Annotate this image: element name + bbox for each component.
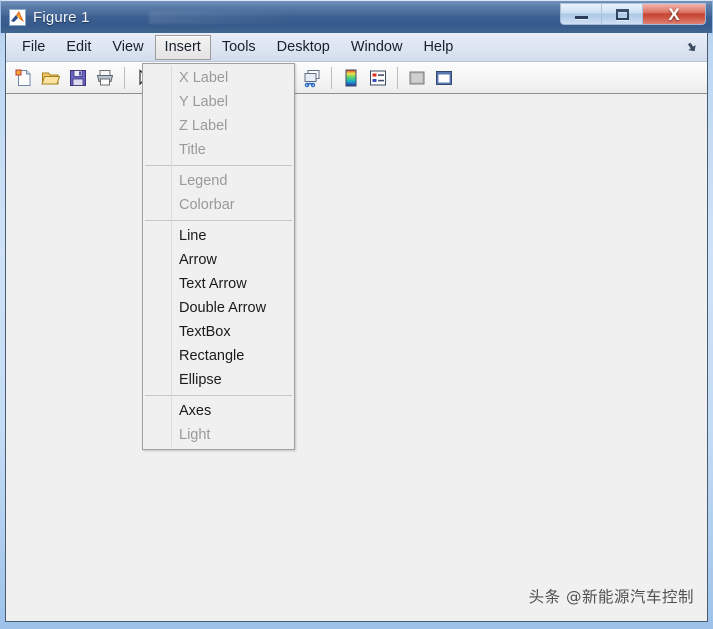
menu-item-legend[interactable]: Legend bbox=[143, 169, 294, 193]
menu-item-rectangle[interactable]: Rectangle bbox=[143, 344, 294, 368]
insert-dropdown-menu: X Label Y Label Z Label Title Legend Col… bbox=[142, 63, 295, 450]
figure-canvas[interactable]: 头条 @新能源汽车控制 bbox=[6, 94, 707, 620]
menu-item-axes[interactable]: Axes bbox=[143, 399, 294, 423]
hide-plot-tools-icon[interactable] bbox=[404, 65, 430, 91]
menu-file[interactable]: File bbox=[12, 35, 55, 60]
minimize-icon bbox=[574, 16, 588, 19]
maximize-icon bbox=[615, 8, 629, 20]
close-button[interactable]: X bbox=[643, 4, 705, 24]
menu-edit[interactable]: Edit bbox=[56, 35, 101, 60]
toolbar-separator bbox=[397, 66, 398, 89]
close-icon: X bbox=[668, 4, 680, 24]
menu-help[interactable]: Help bbox=[413, 35, 463, 60]
save-figure-icon[interactable] bbox=[65, 65, 91, 91]
menu-item-double-arrow[interactable]: Double Arrow bbox=[143, 296, 294, 320]
menu-desktop[interactable]: Desktop bbox=[267, 35, 340, 60]
menu-tools[interactable]: Tools bbox=[212, 35, 266, 60]
menu-window[interactable]: Window bbox=[341, 35, 413, 60]
window-title: Figure 1 bbox=[33, 8, 90, 26]
figure-client-area: File Edit View Insert Tools Desktop Wind… bbox=[5, 33, 708, 622]
minimize-button[interactable] bbox=[561, 4, 602, 24]
figure-window: Figure 1 X File Edit View Insert Tools D… bbox=[0, 0, 713, 629]
menu-separator bbox=[145, 165, 292, 166]
open-file-icon[interactable] bbox=[38, 65, 64, 91]
title-ghost-text bbox=[149, 11, 299, 24]
menu-item-textbox[interactable]: TextBox bbox=[143, 320, 294, 344]
menu-bar: File Edit View Insert Tools Desktop Wind… bbox=[6, 33, 707, 62]
watermark-text: 头条 @新能源汽车控制 bbox=[528, 588, 694, 606]
menu-item-colorbar[interactable]: Colorbar bbox=[143, 193, 294, 217]
menu-item-z-label[interactable]: Z Label bbox=[143, 114, 294, 138]
menu-view[interactable]: View bbox=[102, 35, 153, 60]
menu-item-arrow[interactable]: Arrow bbox=[143, 248, 294, 272]
legend-icon[interactable] bbox=[365, 65, 391, 91]
menu-separator bbox=[145, 395, 292, 396]
menu-item-ellipse[interactable]: Ellipse bbox=[143, 368, 294, 392]
colorbar-icon[interactable] bbox=[338, 65, 364, 91]
toolbar bbox=[6, 62, 707, 94]
menu-item-y-label[interactable]: Y Label bbox=[143, 90, 294, 114]
link-data-icon[interactable] bbox=[299, 65, 325, 91]
title-bar[interactable]: Figure 1 X bbox=[0, 0, 713, 33]
menu-item-title[interactable]: Title bbox=[143, 138, 294, 162]
print-figure-icon[interactable] bbox=[92, 65, 118, 91]
menu-item-line[interactable]: Line bbox=[143, 224, 294, 248]
show-plot-tools-icon[interactable] bbox=[431, 65, 457, 91]
menu-item-x-label[interactable]: X Label bbox=[143, 66, 294, 90]
matlab-icon bbox=[9, 8, 26, 26]
toolbar-separator bbox=[124, 66, 125, 89]
undock-arrow-icon[interactable] bbox=[684, 40, 698, 54]
window-controls: X bbox=[560, 3, 706, 25]
toolbar-separator bbox=[331, 66, 332, 89]
maximize-button[interactable] bbox=[602, 4, 643, 24]
menu-item-light[interactable]: Light bbox=[143, 423, 294, 447]
menu-insert[interactable]: Insert bbox=[154, 34, 211, 60]
menu-separator bbox=[145, 220, 292, 221]
new-figure-icon[interactable] bbox=[11, 65, 37, 91]
menu-item-text-arrow[interactable]: Text Arrow bbox=[143, 272, 294, 296]
